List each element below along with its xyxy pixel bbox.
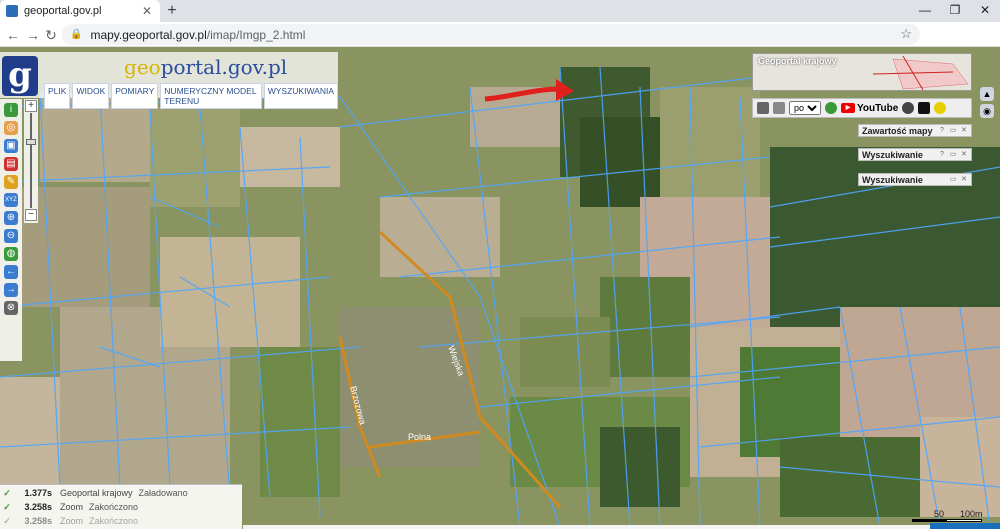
zoom-in-icon[interactable]: ⊕ (4, 211, 18, 225)
zoom-minus-button[interactable]: − (25, 209, 37, 221)
load-status-log: ✓ 1.377s Geoportal krajowy Załadowano ✓ … (0, 484, 242, 529)
right-side-buttons: ▲ ◉ (980, 87, 994, 121)
lock-icon: 🔒 (70, 29, 83, 40)
menu-pomiary[interactable]: POMIARY (111, 83, 159, 109)
youtube-link[interactable]: ▶ YouTube (841, 103, 898, 114)
overview-map-title: Geoportal krajowy (758, 56, 837, 66)
menu-widok[interactable]: WIDOK (72, 83, 110, 109)
map-view[interactable]: Wiejska Brzozowa Polna g geoportal.gov.p… (0, 47, 1000, 529)
status-row: ✓ 1.377s Geoportal krajowy Załadowano (0, 487, 242, 499)
address-bar-row: ← → ↻ 🔒 mapy.geoportal.gov.pl/imap/Imgp_… (0, 22, 1000, 65)
bottom-status-strip (243, 525, 1000, 529)
header-panel: g geoportal.gov.pl PLIK WIDOK POMIARY NU… (0, 52, 338, 109)
printer-icon[interactable] (773, 102, 785, 114)
help-icon[interactable] (825, 102, 837, 114)
scale-bar: 50 100m (912, 509, 983, 522)
panel-map-contents[interactable]: Zawartość mapy ? ▭ ✕ (858, 124, 972, 137)
favicon-icon (6, 5, 18, 17)
geoportal-logo-icon: g (2, 56, 38, 96)
bottom-right-strip (930, 523, 1000, 529)
xyz-icon[interactable]: XYZ (4, 193, 18, 207)
arrow-left-icon[interactable]: ← (4, 265, 18, 279)
maximize-icon[interactable]: ▭ (949, 176, 957, 184)
check-icon: ✓ (3, 501, 11, 512)
street-label-polna: Polna (408, 432, 431, 442)
reset-view-icon[interactable]: ⊗ (4, 301, 18, 315)
bookmark-star-icon[interactable]: ☆ (900, 26, 912, 42)
restore-icon[interactable]: ❐ (940, 0, 970, 22)
close-icon[interactable]: ✕ (960, 176, 968, 184)
view-eye-icon[interactable] (934, 102, 947, 114)
panel-search-2[interactable]: Wyszukiwanie ▭ ✕ (858, 173, 972, 186)
youtube-play-icon: ▶ (841, 103, 855, 113)
help-icon[interactable]: ? (938, 151, 946, 159)
status-row: ✓ 3.258s Zoom Zakończono (0, 501, 242, 513)
top-right-toolbar: pol ▶ YouTube (752, 98, 972, 118)
close-icon[interactable]: ✕ (960, 127, 968, 135)
check-icon: ✓ (3, 487, 11, 498)
close-icon[interactable]: ✕ (960, 151, 968, 159)
browser-tab[interactable]: geoportal.gov.pl ✕ (0, 0, 160, 22)
layers-icon[interactable]: ◎ (4, 121, 18, 135)
zoom-track[interactable] (30, 113, 32, 208)
check-icon: ✓ (3, 515, 11, 526)
help-icon[interactable]: ? (938, 127, 946, 135)
zoom-plus-button[interactable]: + (25, 100, 37, 112)
maximize-icon[interactable]: ▭ (949, 151, 957, 159)
browser-tab-bar: geoportal.gov.pl ✕ + — ❐ ✕ (0, 0, 1000, 22)
omnibox[interactable]: 🔒 mapy.geoportal.gov.pl/imap/Imgp_2.html… (62, 24, 920, 45)
zoom-out-icon[interactable]: ⊖ (4, 229, 18, 243)
language-select[interactable]: pol (789, 101, 821, 115)
new-tab-button[interactable]: + (162, 1, 182, 21)
menu-nmt[interactable]: NUMERYCZNY MODEL TERENU (160, 83, 262, 109)
tab-title: geoportal.gov.pl (24, 5, 102, 17)
minimize-icon[interactable]: — (910, 0, 940, 22)
close-tab-icon[interactable]: ✕ (140, 4, 154, 18)
side-eye-icon[interactable]: ◉ (980, 104, 994, 118)
arrow-right-icon[interactable]: → (4, 283, 18, 297)
url-text: mapy.geoportal.gov.pl/imap/Imgp_2.html (90, 27, 306, 42)
zoom-knob[interactable] (26, 139, 36, 145)
status-row: ✓ 3.258s Zoom Zakończono (0, 515, 242, 527)
zoom-slider[interactable]: + − (24, 99, 38, 223)
orthophoto-map[interactable]: Wiejska Brzozowa Polna (0, 47, 1000, 529)
main-menu: PLIK WIDOK POMIARY NUMERYCZNY MODEL TERE… (44, 83, 338, 109)
info-icon[interactable]: i (4, 103, 18, 117)
panel-search-1[interactable]: Wyszukiwanie ? ▭ ✕ (858, 148, 972, 161)
settings-icon[interactable] (902, 102, 915, 114)
overview-map[interactable]: Geoportal krajowy (752, 53, 972, 91)
maximize-icon[interactable]: ▭ (949, 127, 957, 135)
side-arrow-icon[interactable]: ▲ (980, 87, 994, 101)
menu-wyszukiwania[interactable]: WYSZUKIWANIA (263, 83, 338, 109)
arrow-mode-icon[interactable] (918, 102, 931, 114)
print-area-icon[interactable]: ▤ (4, 157, 18, 171)
left-toolbar: i ◎ ▣ ▤ ✎ XYZ ⊕ ⊖ ◍ ← → ⊗ (0, 99, 22, 361)
scale-bar-graphic (912, 519, 982, 522)
site-logo-text: geoportal.gov.pl (124, 55, 288, 79)
back-icon[interactable]: ← (2, 24, 24, 46)
document-icon[interactable] (757, 102, 769, 114)
pencil-icon[interactable]: ✎ (4, 175, 18, 189)
select-icon[interactable]: ▣ (4, 139, 18, 153)
reload-icon[interactable]: ↻ (40, 24, 62, 46)
close-window-icon[interactable]: ✕ (970, 0, 1000, 22)
menu-plik[interactable]: PLIK (44, 83, 71, 109)
globe-icon[interactable]: ◍ (4, 247, 18, 261)
